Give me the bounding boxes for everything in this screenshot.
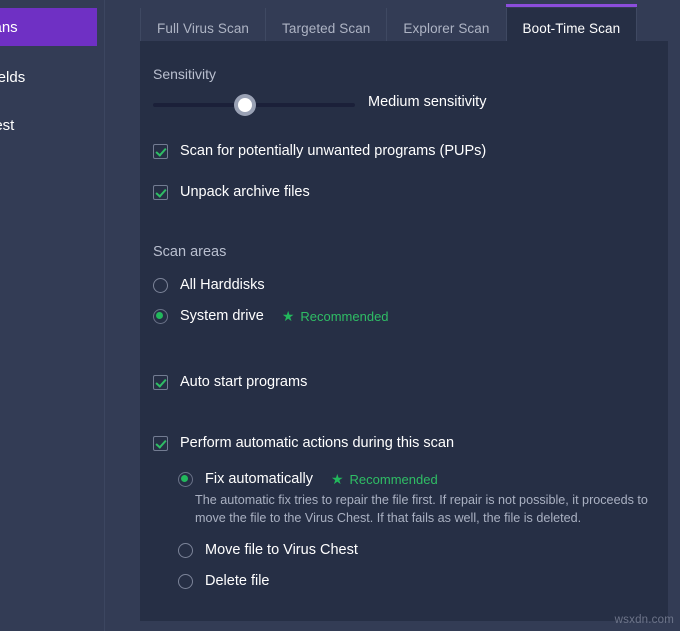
checkbox-label: Scan for potentially unwanted programs (… [180, 143, 486, 159]
radio-icon[interactable] [153, 309, 168, 324]
checkbox-icon[interactable] [153, 144, 168, 159]
recommended-label: Recommended [350, 472, 438, 487]
radio-row-move-file-to-virus-chest[interactable]: Move file to Virus Chest [178, 542, 358, 558]
radio-label: Move file to Virus Chest [205, 542, 358, 558]
radio-icon[interactable] [178, 543, 193, 558]
main-content: Full Virus Scan Targeted Scan Explorer S… [106, 0, 680, 631]
fix-automatically-description: The automatic fix tries to repair the fi… [195, 491, 655, 527]
recommended-badge: ★ Recommended [331, 472, 438, 487]
star-icon: ★ [282, 309, 295, 323]
radio-label: Fix automatically [205, 471, 313, 487]
tab-label: Explorer Scan [403, 21, 489, 36]
sidebar: cans hields hest [0, 0, 105, 631]
sidebar-item-scans[interactable]: cans [0, 8, 97, 46]
checkbox-row-unpack-archives[interactable]: Unpack archive files [153, 184, 310, 200]
sensitivity-slider[interactable] [153, 93, 355, 117]
radio-row-delete-file[interactable]: Delete file [178, 573, 269, 589]
radio-label: System drive [180, 308, 264, 324]
checkbox-icon[interactable] [153, 375, 168, 390]
checkbox-icon[interactable] [153, 436, 168, 451]
app-window: cans hields hest Full Virus Scan Targete… [0, 0, 680, 631]
radio-icon[interactable] [153, 278, 168, 293]
star-icon: ★ [331, 472, 344, 486]
recommended-label: Recommended [300, 309, 388, 324]
checkbox-row-auto-start-programs[interactable]: Auto start programs [153, 374, 307, 390]
sensitivity-value-label: Medium sensitivity [368, 94, 486, 110]
checkbox-icon[interactable] [153, 185, 168, 200]
tab-label: Boot-Time Scan [523, 21, 621, 36]
checkbox-label: Unpack archive files [180, 184, 310, 200]
radio-row-system-drive[interactable]: System drive ★ Recommended [153, 308, 389, 324]
checkbox-row-perform-automatic-actions[interactable]: Perform automatic actions during this sc… [153, 435, 454, 451]
radio-icon[interactable] [178, 574, 193, 589]
radio-row-all-harddisks[interactable]: All Harddisks [153, 277, 265, 293]
sidebar-item-chest[interactable]: hest [0, 106, 97, 144]
radio-label: Delete file [205, 573, 269, 589]
watermark: wsxdn.com [615, 614, 674, 626]
tab-label: Full Virus Scan [157, 21, 249, 36]
checkbox-label: Auto start programs [180, 374, 307, 390]
slider-thumb[interactable] [234, 94, 256, 116]
settings-panel: Sensitivity Medium sensitivity Scan for … [140, 41, 668, 621]
radio-icon[interactable] [178, 472, 193, 487]
scan-areas-heading: Scan areas [153, 244, 226, 260]
radio-label: All Harddisks [180, 277, 265, 293]
tab-label: Targeted Scan [282, 21, 370, 36]
radio-row-fix-automatically[interactable]: Fix automatically ★ Recommended [178, 471, 438, 487]
sidebar-item-shields[interactable]: hields [0, 58, 97, 96]
sidebar-item-label: hest [0, 117, 14, 134]
sidebar-item-label: cans [0, 19, 18, 36]
checkbox-label: Perform automatic actions during this sc… [180, 435, 454, 451]
recommended-badge: ★ Recommended [282, 309, 389, 324]
checkbox-row-pups[interactable]: Scan for potentially unwanted programs (… [153, 143, 486, 159]
sidebar-item-label: hields [0, 69, 25, 86]
sensitivity-label: Sensitivity [153, 66, 216, 82]
